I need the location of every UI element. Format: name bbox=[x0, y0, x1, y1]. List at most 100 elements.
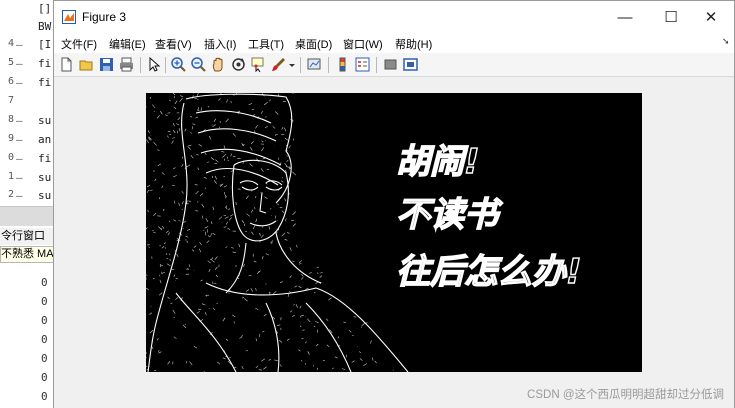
edge-detected-image[interactable]: 胡闹! 不读书 往后怎么办! bbox=[146, 93, 642, 372]
code-line[interactable]: 0— fi bbox=[0, 152, 60, 169]
caption-line-3: 往后怎么办! bbox=[396, 252, 582, 292]
edge-speckle bbox=[223, 185, 228, 188]
edge-speckle bbox=[292, 93, 294, 95]
edge-speckle bbox=[213, 118, 217, 122]
edge-speckle bbox=[334, 356, 338, 359]
edge-speckle bbox=[147, 244, 150, 246]
menu-edit[interactable]: 编辑(E) bbox=[109, 36, 146, 52]
edge-speckle bbox=[189, 361, 193, 366]
menu-file[interactable]: 文件(F) bbox=[61, 36, 97, 52]
title-bar[interactable]: Figure 3 — ☐ ✕ bbox=[54, 1, 734, 33]
edge-speckle bbox=[159, 244, 161, 247]
data-cursor-icon[interactable] bbox=[250, 56, 267, 73]
pan-hand-icon[interactable] bbox=[210, 56, 227, 73]
edge-speckle bbox=[243, 263, 245, 267]
menu-tools[interactable]: 工具(T) bbox=[248, 36, 284, 52]
edge-speckle bbox=[152, 278, 155, 280]
code-line[interactable]: 7 bbox=[0, 95, 60, 112]
panel-divider[interactable] bbox=[0, 206, 60, 226]
edge-speckle bbox=[372, 357, 374, 361]
edge-speckle bbox=[292, 211, 296, 216]
save-icon[interactable] bbox=[98, 56, 115, 73]
menu-bar: 文件(F) 编辑(E) 查看(V) 插入(I) 工具(T) 桌面(D) 窗口(W… bbox=[54, 33, 734, 53]
figure-canvas[interactable]: 胡闹! 不读书 往后怎么办! CSDN @这个西瓜明明超甜却过分低调 bbox=[54, 78, 734, 408]
edge-speckle bbox=[215, 159, 219, 163]
edge-speckle bbox=[181, 208, 183, 210]
dock-arrow-icon[interactable]: ➘ bbox=[722, 36, 730, 47]
edge-speckle bbox=[261, 226, 264, 228]
edge-speckle bbox=[224, 216, 229, 219]
code-line[interactable]: 8— su bbox=[0, 114, 60, 131]
edge-speckle bbox=[291, 314, 295, 317]
rotate-3d-icon[interactable] bbox=[230, 56, 247, 73]
code-line[interactable]: 1— su bbox=[0, 171, 60, 188]
edge-speckle bbox=[313, 325, 316, 327]
edge-speckle bbox=[158, 350, 160, 352]
edge-speckle bbox=[186, 229, 191, 231]
code-line[interactable]: [] bbox=[0, 2, 60, 19]
brush-icon[interactable] bbox=[270, 56, 287, 73]
select-arrow-icon[interactable] bbox=[145, 56, 162, 73]
print-icon[interactable] bbox=[118, 56, 135, 73]
new-figure-icon[interactable] bbox=[58, 56, 75, 73]
edge-speckle bbox=[289, 310, 293, 313]
legend-icon[interactable] bbox=[354, 56, 371, 73]
colorbar-icon[interactable] bbox=[334, 56, 351, 73]
window-title: Figure 3 bbox=[82, 10, 127, 24]
edge-speckle bbox=[325, 318, 329, 321]
matlab-figure-icon bbox=[62, 10, 76, 24]
edge-speckle bbox=[284, 127, 287, 132]
edge-speckle bbox=[180, 95, 183, 98]
edge-speckle bbox=[208, 136, 212, 140]
edge-speckle bbox=[246, 213, 250, 217]
edge-speckle bbox=[167, 296, 170, 300]
edge-speckle bbox=[326, 344, 330, 347]
edge-speckle bbox=[188, 200, 192, 203]
edge-speckle bbox=[225, 118, 229, 123]
edge-speckle bbox=[176, 123, 180, 126]
menu-window[interactable]: 窗口(W) bbox=[343, 36, 383, 52]
code-line[interactable]: 4— [I bbox=[0, 38, 60, 55]
menu-insert[interactable]: 插入(I) bbox=[204, 36, 236, 52]
code-line[interactable]: 9— an bbox=[0, 133, 60, 150]
edge-speckle bbox=[214, 256, 218, 261]
brush-dropdown-icon[interactable] bbox=[288, 56, 296, 73]
open-file-icon[interactable] bbox=[78, 56, 95, 73]
figure-window[interactable]: Figure 3 — ☐ ✕ 文件(F) 编辑(E) 查看(V) 插入(I) 工… bbox=[53, 0, 735, 408]
edge-speckle bbox=[286, 338, 290, 341]
code-line[interactable]: 2— su bbox=[0, 189, 60, 206]
edge-speckle bbox=[196, 311, 200, 314]
code-line[interactable]: 6— fi bbox=[0, 76, 60, 93]
edge-speckle bbox=[208, 268, 211, 273]
hide-plot-tools-icon[interactable] bbox=[382, 56, 399, 73]
menu-desktop[interactable]: 桌面(D) bbox=[295, 36, 332, 52]
edge-speckle bbox=[211, 221, 213, 224]
edge-speckle bbox=[209, 258, 213, 261]
menu-help[interactable]: 帮助(H) bbox=[395, 36, 432, 52]
edge-speckle bbox=[175, 297, 179, 300]
edge-speckle bbox=[302, 329, 305, 331]
edge-speckle bbox=[285, 166, 290, 168]
close-button[interactable]: ✕ bbox=[688, 1, 734, 33]
edge-speckle bbox=[195, 190, 199, 195]
edge-speckle bbox=[273, 290, 277, 295]
edge-speckle bbox=[358, 351, 362, 353]
edge-speckle bbox=[255, 196, 257, 199]
output-value: 0 bbox=[41, 390, 48, 403]
edge-speckle bbox=[193, 346, 198, 349]
edge-speckle bbox=[198, 308, 202, 311]
zoom-in-icon[interactable] bbox=[170, 56, 187, 73]
menu-view[interactable]: 查看(V) bbox=[155, 36, 192, 52]
code-line[interactable]: BW bbox=[0, 20, 60, 37]
edge-speckle bbox=[264, 196, 268, 199]
code-line[interactable]: 5— fi bbox=[0, 57, 60, 74]
link-plot-icon[interactable] bbox=[306, 56, 323, 73]
minimize-button[interactable]: — bbox=[602, 1, 648, 33]
getting-started-tooltip[interactable]: 不熟悉 MAT bbox=[0, 246, 60, 263]
caption-line-2: 不读书 bbox=[396, 195, 503, 235]
edge-speckle bbox=[218, 98, 221, 101]
edge-speckle bbox=[174, 100, 178, 105]
zoom-out-icon[interactable] bbox=[190, 56, 207, 73]
show-plot-tools-icon[interactable] bbox=[402, 56, 419, 73]
edge-speckle bbox=[161, 185, 164, 188]
